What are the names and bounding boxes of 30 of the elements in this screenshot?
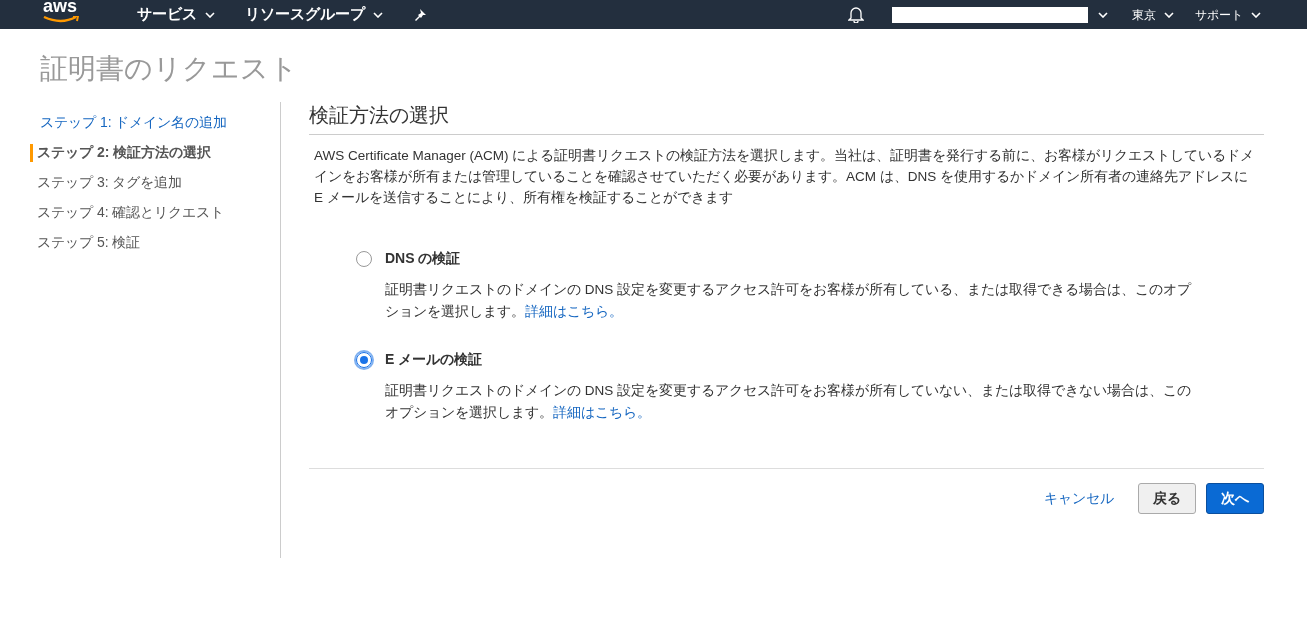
radio-button[interactable]	[356, 351, 372, 368]
option-description: 証明書リクエストのドメインの DNS 設定を変更するアクセス許可をお客様が所有している、または取得できる場合は、このオプションを選択します。詳細はこちら。	[385, 281, 1193, 321]
page-title: 証明書のリクエスト	[40, 52, 299, 86]
bell-icon[interactable]	[848, 6, 864, 23]
caret-icon	[1251, 11, 1261, 18]
cancel-link[interactable]: キャンセル	[1044, 488, 1114, 509]
step-item: ステップ 4: 確認とリクエスト	[37, 202, 225, 222]
step-item: ステップ 5: 検証	[37, 232, 141, 252]
aws-logo[interactable]: aws	[41, 0, 83, 29]
menu-button[interactable]: サービス	[137, 3, 215, 26]
next-button[interactable]: 次へ	[1206, 483, 1264, 514]
option-description: 証明書リクエストのドメインの DNS 設定を変更するアクセス許可をお客様が所有していない、または取得できない場合は、このオプションを選択します。詳細はこちら。	[385, 382, 1192, 422]
caret-icon	[1164, 11, 1174, 18]
intro-paragraph: AWS Certificate Manager (ACM) による証明書リクエストの検証方法を選択します。当社は、証明書を発行する前に、お客様がリクエストしているドメインをお客様が所有または管理していることを確認させていただく必要があります。ACM は、DNS を使用するかドメイン所有者の連絡先アドレスに E メールを送信することにより、所有権を検証することができます	[313, 147, 1256, 207]
support-menu[interactable]: サポート	[1195, 5, 1261, 24]
caret-icon	[373, 11, 383, 18]
step-item: ステップ 2: 検証方法の選択	[37, 142, 212, 162]
step-item: ステップ 3: タグを追加	[37, 172, 183, 192]
back-button[interactable]: 戻る	[1138, 483, 1196, 514]
learn-more-link[interactable]: 詳細はこちら。	[553, 405, 651, 420]
step-item[interactable]: ステップ 1: ドメイン名の追加	[40, 111, 228, 133]
caret-icon	[1098, 11, 1108, 18]
learn-more-link[interactable]: 詳細はこちら。	[525, 304, 623, 319]
region-menu[interactable]: 東京	[1132, 5, 1174, 24]
option-label: E メールの検証	[385, 350, 483, 369]
menu-button[interactable]: リソースグループ	[245, 3, 383, 26]
section-title: 検証方法の選択	[309, 102, 1264, 135]
option-label: DNS の検証	[385, 249, 461, 268]
pin-icon[interactable]	[413, 7, 427, 22]
caret-icon	[205, 11, 215, 18]
